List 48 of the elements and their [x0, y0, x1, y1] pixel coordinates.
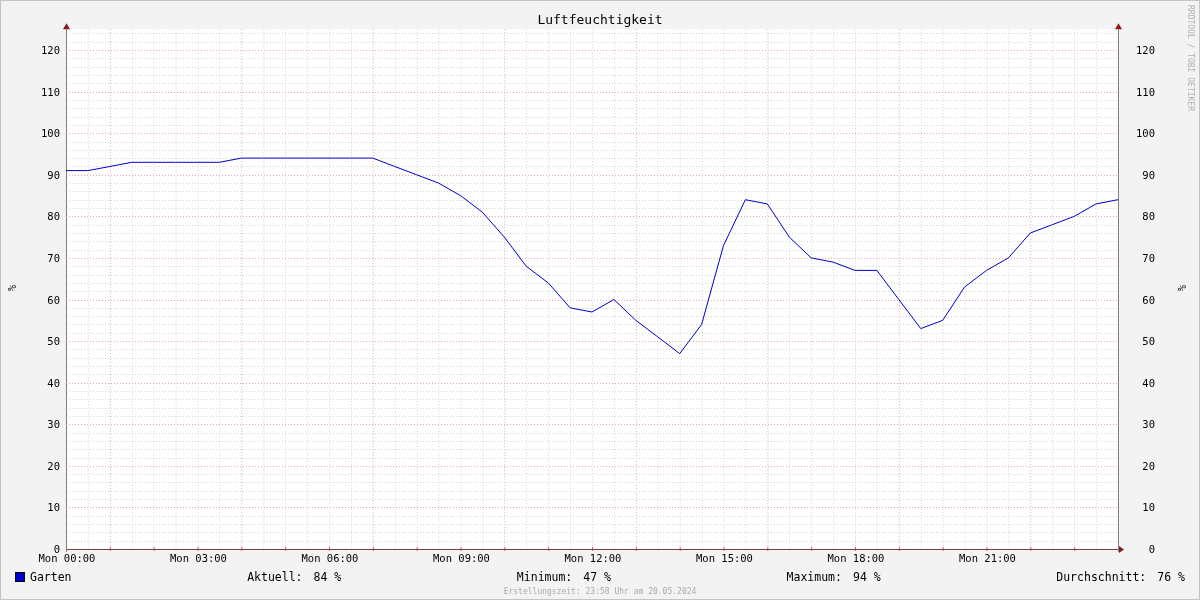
y-tick-label: 110	[41, 85, 60, 98]
y-tick-label: 110	[1136, 85, 1155, 98]
stat-label: Maximum:	[786, 570, 842, 584]
y-tick-label: 0	[53, 543, 60, 555]
x-tick-label: Mon 00:00	[38, 552, 96, 564]
credit-text: RRDTOOL / TOBI OETIKER	[1186, 5, 1195, 111]
x-tick-label: Mon 09:00	[433, 552, 490, 564]
x-tick-label: Mon 15:00	[696, 552, 753, 564]
y-tick-label: 50	[47, 335, 60, 348]
y-tick-label: 40	[1142, 376, 1155, 389]
stat-label: Aktuell:	[247, 570, 303, 584]
y-tick-label: 100	[41, 127, 60, 140]
y-tick-label: 60	[47, 293, 60, 306]
y-tick-label: 100	[1136, 127, 1155, 140]
y-axis-label: %	[6, 285, 17, 291]
y-tick-label: 120	[1136, 44, 1155, 57]
chart-title: Luftfeuchtigkeit	[537, 12, 663, 27]
stat-value: 47 %	[583, 570, 611, 584]
y-tick-label: 80	[47, 210, 60, 223]
y-tick-label: 120	[41, 44, 60, 57]
y-tick-label: 90	[47, 168, 60, 181]
y-tick-label: 70	[47, 251, 60, 264]
y-tick-label: 90	[1142, 168, 1155, 181]
y-tick-label: 30	[1142, 418, 1155, 431]
y-tick-label: 10	[1142, 501, 1155, 514]
timestamp-text: Erstellungszeit: 23:58 Uhr am 20.05.2024	[502, 587, 698, 596]
y-tick-label: 30	[47, 418, 60, 431]
y-tick-label: 10	[47, 501, 60, 514]
y-tick-label: 60	[1142, 293, 1155, 306]
y-axis-label: %	[1176, 285, 1187, 291]
x-tick-label: Mon 03:00	[170, 552, 227, 564]
x-tick-label: Mon 18:00	[827, 552, 885, 564]
y-tick-label: 80	[1142, 210, 1155, 223]
stat-value: 84 %	[313, 570, 342, 584]
legend-label: Garten	[30, 570, 72, 584]
y-tick-label: 0	[1148, 543, 1155, 555]
y-tick-label: 20	[1142, 459, 1155, 472]
stat-value: 94 %	[852, 570, 881, 584]
y-tick-label: 40	[47, 376, 60, 389]
x-tick-label: Mon 12:00	[564, 552, 622, 564]
x-tick-label: Mon 21:00	[959, 552, 1016, 564]
x-tick-label: Mon 06:00	[301, 552, 359, 564]
y-tick-label: 50	[1142, 335, 1155, 348]
stat-label: Minimum:	[516, 570, 573, 584]
y-tick-label: 70	[1142, 251, 1155, 264]
y-tick-label: 20	[47, 459, 60, 472]
stat-label: Durchschnitt:	[1056, 570, 1147, 584]
stat-value: 76 %	[1157, 570, 1185, 584]
